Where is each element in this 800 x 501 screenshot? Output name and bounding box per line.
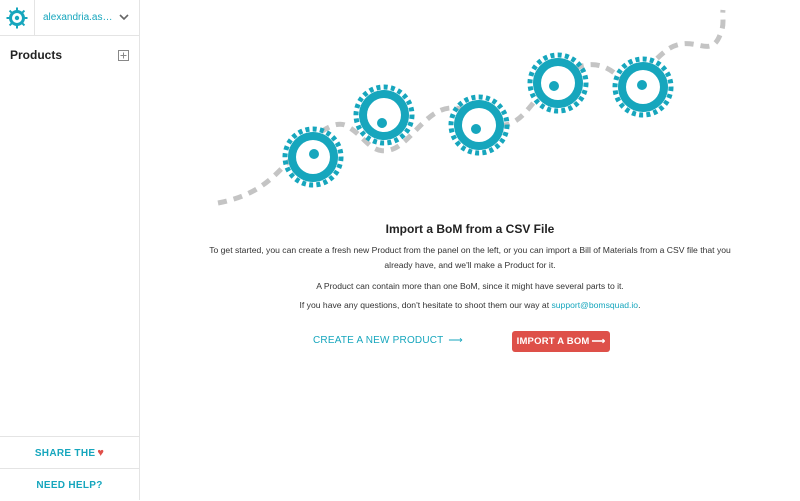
page-title: Import a BoM from a CSV File [385,222,555,236]
gear-icon-2 [353,84,415,146]
gear-icon-3 [448,94,510,156]
products-title: Products [10,48,63,62]
import-bom-button[interactable]: IMPORT A BOM ⟶ [512,331,610,352]
bom-info-paragraph: A Product can contain more than one BoM,… [316,281,624,291]
need-help-label: NEED HELP? [36,479,103,491]
add-product-button[interactable] [118,49,129,61]
need-help-link[interactable]: NEED HELP? [0,468,139,501]
import-bom-label: IMPORT A BOM [516,336,590,347]
gears-path-illustration [217,9,726,206]
create-product-link[interactable]: CREATE A NEW PRODUCT ⟶ [313,335,463,346]
account-name[interactable]: alexandria.ashaw... [43,12,115,23]
share-label: SHARE THE [34,447,96,459]
main-panel: Import a BoM from a CSV File To get star… [140,0,800,500]
arrow-right-icon: ⟶ [591,336,606,347]
logo[interactable] [0,0,35,35]
plus-square-icon [118,49,129,61]
chevron-down-icon[interactable] [119,14,129,21]
contact-text: If you have any questions, don't hesitat… [299,300,552,310]
arrow-right-icon: ⟶ [448,335,463,346]
gear-icon-5 [612,56,674,118]
account-bar[interactable]: alexandria.ashaw... [0,0,139,36]
share-link[interactable]: SHARE THE ♥ [0,436,139,469]
contact-paragraph: If you have any questions, don't hesitat… [200,298,740,313]
gear-icon-4 [527,52,589,114]
heart-icon: ♥ [97,447,105,459]
gear-icon-1 [282,126,344,188]
gear-logo-icon [6,7,28,28]
intro-paragraph: To get started, you can create a fresh n… [209,245,731,270]
sidebar: alexandria.ashaw... Products SHARE THE ♥… [0,0,140,500]
contact-suffix: . [638,300,641,310]
products-header: Products [0,44,139,66]
create-product-label: CREATE A NEW PRODUCT [313,335,444,346]
support-email-link[interactable]: support@bomsquad.io [551,300,638,310]
